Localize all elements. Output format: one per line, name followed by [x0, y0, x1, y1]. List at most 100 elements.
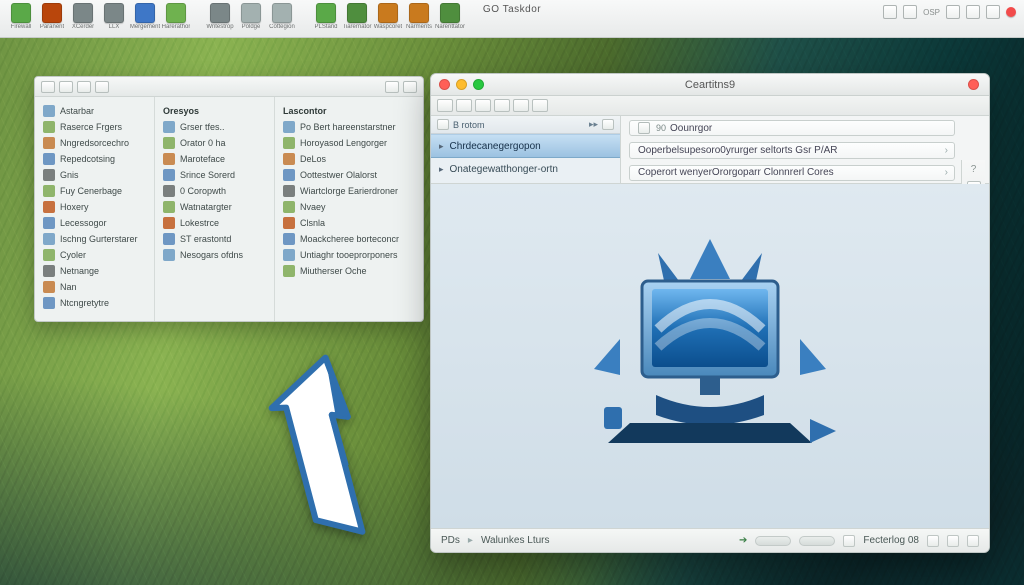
panel-item[interactable]: Gnis	[43, 167, 146, 183]
panel-item[interactable]: Astarbar	[43, 103, 146, 119]
panel-item[interactable]: Miutherser Oche	[283, 263, 415, 279]
panel-item[interactable]: Watnatargter	[163, 199, 266, 215]
toolbar-button[interactable]	[437, 99, 453, 112]
item-label: 0 Coropwth	[180, 186, 226, 196]
item-icon	[283, 153, 295, 165]
disclosure-icon[interactable]: ▸	[439, 164, 444, 175]
toolbar-button[interactable]	[475, 99, 491, 112]
source-list-item-selected[interactable]: ▸ Chrdecanegergopon	[431, 134, 620, 158]
item-icon	[43, 201, 55, 213]
panel-item[interactable]: Orator 0 ha	[163, 135, 266, 151]
panel-item[interactable]: Maroteface	[163, 151, 266, 167]
panel-tool-icon[interactable]	[41, 81, 55, 93]
list-toggle-icon[interactable]	[602, 119, 614, 130]
panel-col-header: Lascontor	[283, 103, 415, 119]
dock-app[interactable]: Poldge	[236, 3, 266, 30]
panel-item[interactable]: Horoyasod Lengorger	[283, 135, 415, 151]
field-value: Oounrgor	[670, 123, 712, 134]
list-toggle-icon[interactable]	[437, 119, 449, 130]
panel-item[interactable]: Untiaghr tooeprorponers	[283, 247, 415, 263]
status-box-icon[interactable]	[947, 535, 959, 547]
tray-box-icon[interactable]	[883, 5, 897, 19]
menubar-title: GO Taskdor	[483, 4, 541, 15]
app-icon	[347, 3, 367, 23]
status-box-icon[interactable]	[927, 535, 939, 547]
dock-app[interactable]: Tiarernator	[342, 3, 372, 30]
dock-app[interactable]: Narenttator	[435, 3, 465, 30]
panel-tool-icon[interactable]	[403, 81, 417, 93]
panel-item[interactable]: 0 Coropwth	[163, 183, 266, 199]
dock-app[interactable]: XCerder	[68, 3, 98, 30]
app-icon	[316, 3, 336, 23]
dock-app[interactable]: Mergement	[130, 3, 160, 30]
panel-item[interactable]: Nngredsorcechro	[43, 135, 146, 151]
item-icon	[283, 265, 295, 277]
toolbar-button[interactable]	[532, 99, 548, 112]
preview-canvas	[431, 184, 989, 528]
dock-app[interactable]: Waspcoret	[373, 3, 403, 30]
app-label: Poldge	[242, 24, 261, 30]
panel-tool-icon[interactable]	[59, 81, 73, 93]
app-label: XCerder	[72, 24, 94, 30]
path-field[interactable]: 90 Oounrgor	[629, 120, 955, 136]
dock-app[interactable]: LLX	[99, 3, 129, 30]
help-icon[interactable]: ?	[971, 164, 977, 175]
panel-tool-icon[interactable]	[95, 81, 109, 93]
dock-app[interactable]: Firewall	[6, 3, 36, 30]
item-label: Clsnla	[300, 218, 325, 228]
close-icon[interactable]	[968, 79, 979, 90]
dock-app[interactable]: Paranent	[37, 3, 67, 30]
panel-item[interactable]: ST erastontd	[163, 231, 266, 247]
tray-box-icon[interactable]	[986, 5, 1000, 19]
status-box-icon[interactable]	[967, 535, 979, 547]
item-icon	[43, 169, 55, 181]
panel-tool-icon[interactable]	[77, 81, 91, 93]
tray-record-icon[interactable]	[1006, 7, 1016, 17]
panel-item[interactable]: Wiartclorge Earierdroner	[283, 183, 415, 199]
panel-item[interactable]: Raserce Frgers	[43, 119, 146, 135]
panel-item[interactable]: Repedcotsing	[43, 151, 146, 167]
item-icon	[43, 217, 55, 229]
minimize-icon[interactable]	[456, 79, 467, 90]
panel-item[interactable]: Netnange	[43, 263, 146, 279]
panel-item[interactable]: Srince Sorerd	[163, 167, 266, 183]
dock-app[interactable]: PLStand	[311, 3, 341, 30]
panel-item[interactable]: Fuy Cenerbage	[43, 183, 146, 199]
dock-app[interactable]: Narments	[404, 3, 434, 30]
tray-box-icon[interactable]	[903, 5, 917, 19]
panel-item[interactable]: Lokestrce	[163, 215, 266, 231]
panel-item[interactable]: Ntcngretytre	[43, 295, 146, 311]
panel-item[interactable]: Po Bert hareenstarstner	[283, 119, 415, 135]
source-list-item[interactable]: ▸ Onategewatthonger-ortn	[431, 158, 620, 180]
panel-tool-icon[interactable]	[385, 81, 399, 93]
panel-item[interactable]: Oottestwer Olalorst	[283, 167, 415, 183]
zoom-icon[interactable]	[473, 79, 484, 90]
panel-toolbar	[35, 77, 423, 97]
close-icon[interactable]	[439, 79, 450, 90]
option-field[interactable]: Coperort wenyerOrorgoparr Clonnrerl Core…	[629, 165, 955, 181]
panel-item[interactable]: Moackcheree borteconcr	[283, 231, 415, 247]
panel-item[interactable]: DeLos	[283, 151, 415, 167]
panel-item[interactable]: Ischng Gurterstarer	[43, 231, 146, 247]
panel-item[interactable]: Nvaey	[283, 199, 415, 215]
panel-item[interactable]: Clsnla	[283, 215, 415, 231]
disclosure-icon[interactable]: ▸	[439, 141, 444, 152]
tray-box-icon[interactable]	[946, 5, 960, 19]
dock-app[interactable]: Writestrop	[205, 3, 235, 30]
toolbar-button[interactable]	[456, 99, 472, 112]
panel-item[interactable]: Hoxery	[43, 199, 146, 215]
dock-app[interactable]: Cottegion	[267, 3, 297, 30]
panel-item[interactable]: Nan	[43, 279, 146, 295]
window-titlebar[interactable]: Ceartitns9	[431, 74, 989, 96]
option-field[interactable]: Ooperbelsupesoro0yrurger seltorts Gsr P/…	[629, 142, 955, 158]
dock-app[interactable]: Harerathor	[161, 3, 191, 30]
panel-item[interactable]: Nesogars ofdns	[163, 247, 266, 263]
panel-item[interactable]: Lecessogor	[43, 215, 146, 231]
tray-box-icon[interactable]	[966, 5, 980, 19]
app-label: PLStand	[314, 24, 337, 30]
panel-item[interactable]: Grser tfes..	[163, 119, 266, 135]
toolbar-button[interactable]	[494, 99, 510, 112]
toolbar-button[interactable]	[513, 99, 529, 112]
status-box-icon[interactable]	[843, 535, 855, 547]
panel-item[interactable]: Cyoler	[43, 247, 146, 263]
